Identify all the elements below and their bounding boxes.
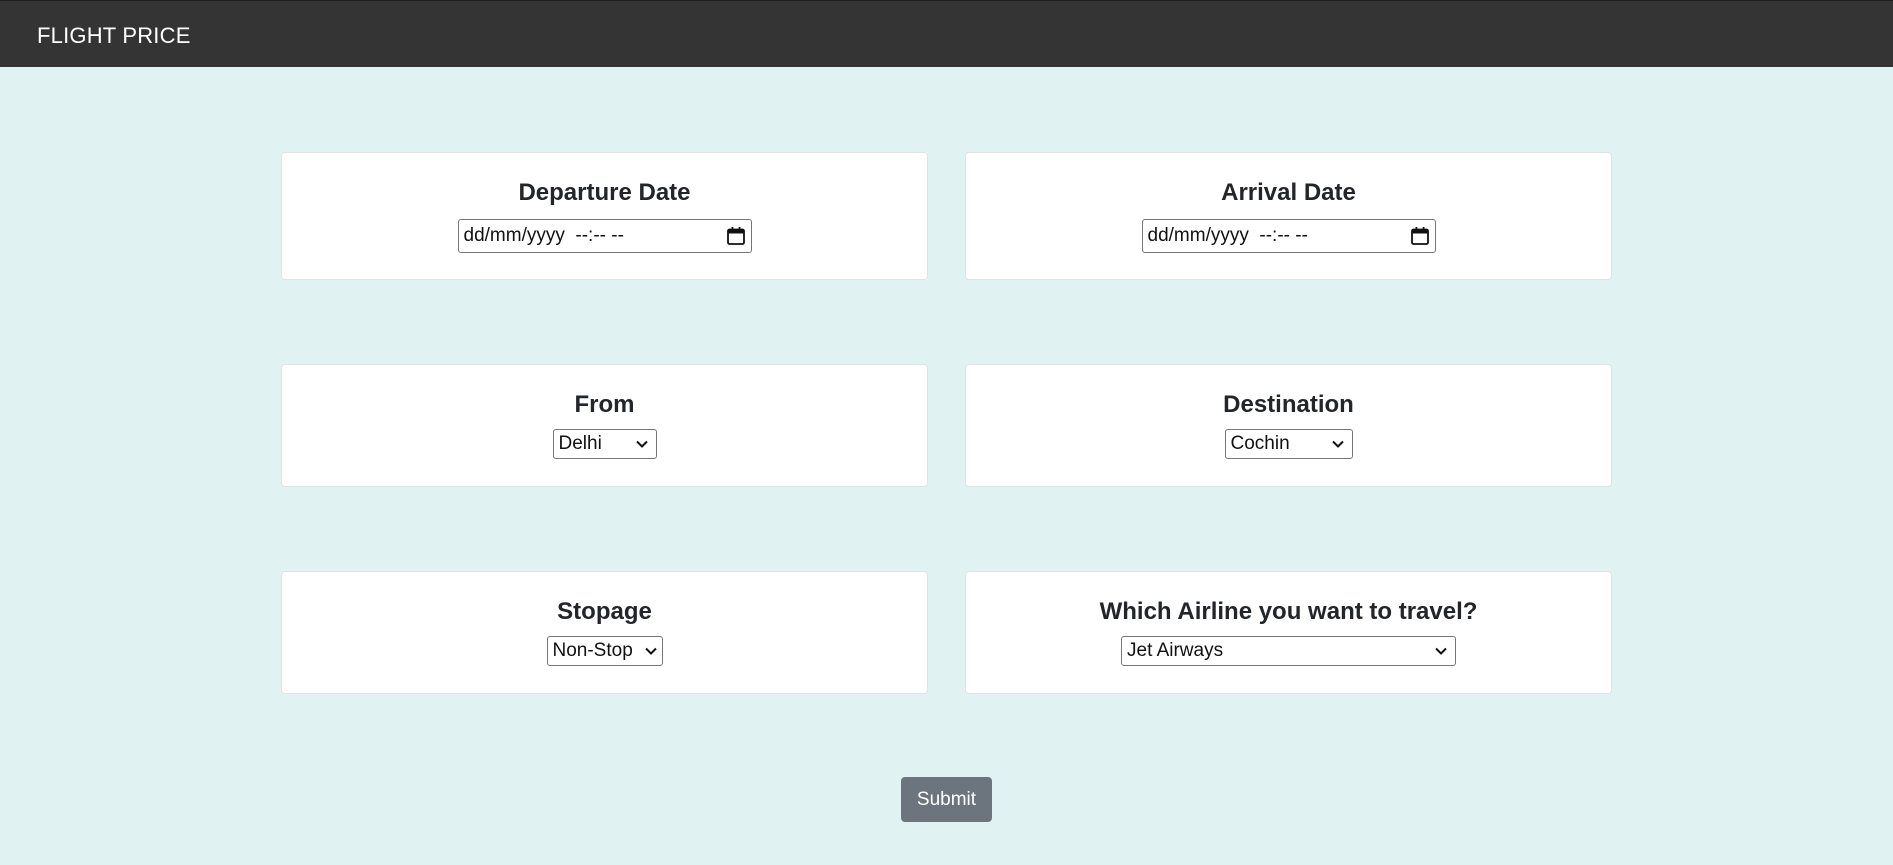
stopage-select[interactable]: Non-Stop <box>546 636 663 666</box>
airline-label: Which Airline you want to travel? <box>1099 598 1478 625</box>
chevron-down-icon <box>1331 440 1344 448</box>
airline-select[interactable]: Jet Airways <box>1121 636 1456 666</box>
stopage-label: Stopage <box>557 598 652 625</box>
destination-card: Destination Cochin <box>965 364 1612 487</box>
navbar-brand[interactable]: FLIGHT PRICE <box>37 1 191 71</box>
from-label: From <box>574 391 635 418</box>
arrival-date-value: dd/mm/yyyy --:-- -- <box>1147 225 1308 246</box>
stopage-selected-value: Non-Stop <box>552 640 633 661</box>
arrival-date-input[interactable]: dd/mm/yyyy --:-- -- <box>1141 219 1436 253</box>
destination-selected-value: Cochin <box>1230 433 1290 454</box>
departure-date-card: Departure Date dd/mm/yyyy --:-- -- <box>281 152 928 280</box>
from-select[interactable]: Delhi <box>552 429 657 459</box>
airline-selected-value: Jet Airways <box>1127 640 1224 661</box>
departure-date-input[interactable]: dd/mm/yyyy --:-- -- <box>457 219 752 253</box>
chevron-down-icon <box>1435 647 1447 655</box>
from-selected-value: Delhi <box>558 433 602 454</box>
stopage-card: Stopage Non-Stop <box>281 571 928 694</box>
from-card: From Delhi <box>281 364 928 487</box>
destination-label: Destination <box>1223 391 1354 418</box>
calendar-icon[interactable] <box>726 226 746 246</box>
chevron-down-icon <box>644 647 657 655</box>
calendar-icon[interactable] <box>1410 226 1430 246</box>
chevron-down-icon <box>635 440 648 448</box>
destination-select[interactable]: Cochin <box>1224 429 1353 459</box>
departure-date-label: Departure Date <box>518 179 691 206</box>
departure-date-value: dd/mm/yyyy --:-- -- <box>463 225 624 246</box>
arrival-date-label: Arrival Date <box>1221 179 1356 206</box>
airline-card: Which Airline you want to travel? Jet Ai… <box>965 571 1612 694</box>
navbar: FLIGHT PRICE <box>0 0 1893 67</box>
arrival-date-card: Arrival Date dd/mm/yyyy --:-- -- <box>965 152 1612 280</box>
submit-button[interactable]: Submit <box>901 777 992 822</box>
